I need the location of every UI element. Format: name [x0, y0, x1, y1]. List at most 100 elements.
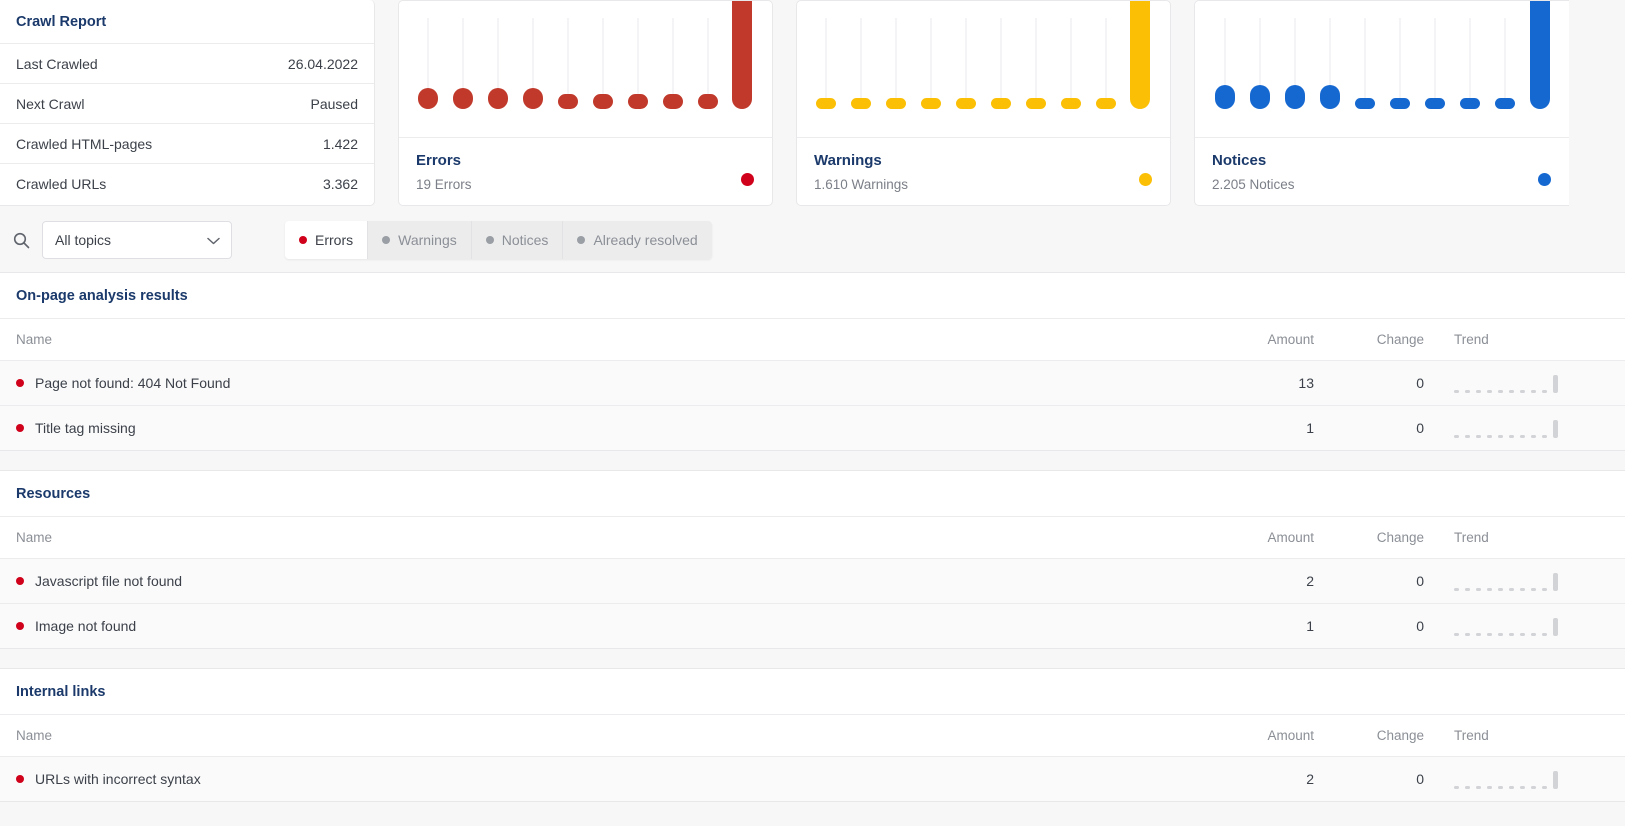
column-header-trend[interactable]: Trend: [1440, 715, 1625, 757]
table-row[interactable]: Javascript file not found 2 0: [0, 558, 1625, 604]
row-trend: [1440, 756, 1625, 801]
metric-card-notices[interactable]: Notices 2.205 Notices: [1194, 0, 1569, 206]
sparkline-bar: [1531, 588, 1536, 591]
sparkline-bar: [1509, 786, 1514, 789]
chart-bar-slot: [1389, 1, 1410, 137]
table-row[interactable]: Image not found 1 0: [0, 603, 1625, 648]
table-row[interactable]: Page not found: 404 Not Found 13 0: [0, 360, 1625, 406]
chart-bar: [662, 94, 683, 109]
chart-bar-slot: [418, 1, 439, 137]
sparkline: [1454, 418, 1609, 438]
column-header-amount[interactable]: Amount: [1180, 517, 1330, 559]
chart-bar-slot: [453, 1, 474, 137]
sparkline-bar: [1553, 771, 1558, 789]
sparkline-bar: [1520, 786, 1525, 789]
chart-bar-slot: [1284, 1, 1305, 137]
topic-select[interactable]: All topics: [42, 221, 232, 259]
sparkline-bar: [1476, 390, 1481, 393]
column-header-name[interactable]: Name: [0, 715, 1180, 757]
column-header-change[interactable]: Change: [1330, 319, 1440, 361]
chart-bar-slot: [558, 1, 578, 137]
crawl-report-row: Next Crawl Paused: [0, 84, 374, 124]
chart-bar-track: [860, 18, 862, 109]
chart-bar-track: [1070, 18, 1072, 109]
crawl-report-rows: Last Crawled 26.04.2022 Next Crawl Paused Cr…: [0, 44, 374, 204]
table-row[interactable]: Title tag missing 1 0: [0, 405, 1625, 450]
column-header-amount[interactable]: Amount: [1180, 715, 1330, 757]
tab-notices[interactable]: Notices: [471, 221, 564, 259]
chart-bar: [697, 94, 718, 109]
column-header-name[interactable]: Name: [0, 319, 1180, 361]
row-name-cell: Javascript file not found: [0, 558, 1180, 604]
column-header-name[interactable]: Name: [0, 517, 1180, 559]
chart-bar-track: [895, 18, 897, 109]
column-header-change[interactable]: Change: [1330, 517, 1440, 559]
chart-bar-track: [1105, 18, 1107, 109]
section-title: Internal links: [0, 669, 1625, 715]
column-header-trend[interactable]: Trend: [1440, 319, 1625, 361]
chart-bar-slot: [1214, 1, 1235, 137]
sparkline-bar: [1531, 633, 1536, 636]
metric-title: Notices: [1212, 152, 1267, 169]
summary-cards-row: Crawl Report Last Crawled 26.04.2022 Next …: [0, 0, 1625, 206]
sparkline-bar: [1498, 588, 1503, 591]
chart-bar: [1025, 97, 1046, 109]
row-change: 0: [1330, 558, 1440, 604]
metric-subtitle: 2.205 Notices: [1212, 177, 1295, 192]
chart-bar-track: [1399, 18, 1400, 109]
chart-bar-slot: [592, 1, 613, 137]
tab-warnings[interactable]: Warnings: [368, 221, 472, 259]
sparkline-bar: [1509, 588, 1514, 591]
chart-bar: [921, 97, 942, 109]
chart-bar-track: [1504, 18, 1505, 109]
chart-bar-slot: [1319, 1, 1340, 137]
sparkline-bar: [1509, 633, 1514, 636]
column-header-change[interactable]: Change: [1330, 715, 1440, 757]
row-trend: [1440, 360, 1625, 406]
crawl-report-row-label: Last Crawled: [16, 55, 98, 72]
sparkline-bar: [1531, 435, 1536, 438]
results-table: Name Amount Change Trend URLs with incorrect…: [0, 715, 1625, 801]
chart-bar: [592, 94, 613, 109]
chart-bar-slot: [956, 1, 976, 137]
crawl-report-row-value: Paused: [310, 95, 358, 112]
results-sections: On-page analysis results Name Amount Change…: [0, 272, 1625, 812]
results-table-body: Page not found: 404 Not Found 13 0 Title ta…: [0, 360, 1625, 450]
row-name-label: Javascript file not found: [35, 573, 183, 589]
metric-footer: Errors 19 Errors: [399, 138, 772, 205]
column-header-trend[interactable]: Trend: [1440, 517, 1625, 559]
metric-card-warnings[interactable]: Warnings 1.610 Warnings: [796, 0, 1171, 206]
row-name-cell: Image not found: [0, 603, 1180, 648]
column-header-amount[interactable]: Amount: [1180, 319, 1330, 361]
chart-bar: [1389, 98, 1410, 109]
sparkline-bar: [1553, 420, 1558, 438]
chart-bar: [1214, 84, 1235, 109]
crawl-report-row-value: 26.04.2022: [287, 55, 358, 72]
sparkline-bar: [1476, 633, 1481, 636]
metric-footer: Notices 2.205 Notices: [1195, 138, 1569, 205]
chart-bar-slot: [1354, 1, 1375, 137]
chart-bar-slot: [1529, 1, 1550, 137]
tab-already-resolved[interactable]: Already resolved: [563, 221, 712, 259]
sparkline-bar: [1465, 435, 1470, 438]
sparkline-bar: [1509, 435, 1514, 438]
metric-card-errors[interactable]: Errors 19 Errors: [398, 0, 773, 206]
filter-bar: All topics Errors Warnings Notices Already …: [0, 206, 1625, 272]
metric-legend-dot: [1139, 173, 1152, 186]
sparkline-bar: [1542, 633, 1547, 636]
chart-bar-track: [1000, 18, 1002, 109]
metric-title: Errors: [416, 152, 462, 169]
chart-bar-slot: [1459, 1, 1480, 137]
tab-errors[interactable]: Errors: [285, 221, 369, 259]
sparkline-bar: [1476, 786, 1481, 789]
chart-bars: [797, 1, 1170, 137]
chart-bar-slot: [921, 1, 942, 137]
sparkline-bar: [1454, 588, 1459, 591]
chart-bar-slot: [732, 1, 753, 137]
chart-bar-slot: [627, 1, 648, 137]
table-row[interactable]: URLs with incorrect syntax 2 0: [0, 756, 1625, 801]
chart-bar: [1060, 97, 1081, 109]
results-section: On-page analysis results Name Amount Change…: [0, 272, 1625, 451]
chart-bar-track: [1434, 18, 1435, 109]
search-icon[interactable]: [0, 232, 42, 249]
